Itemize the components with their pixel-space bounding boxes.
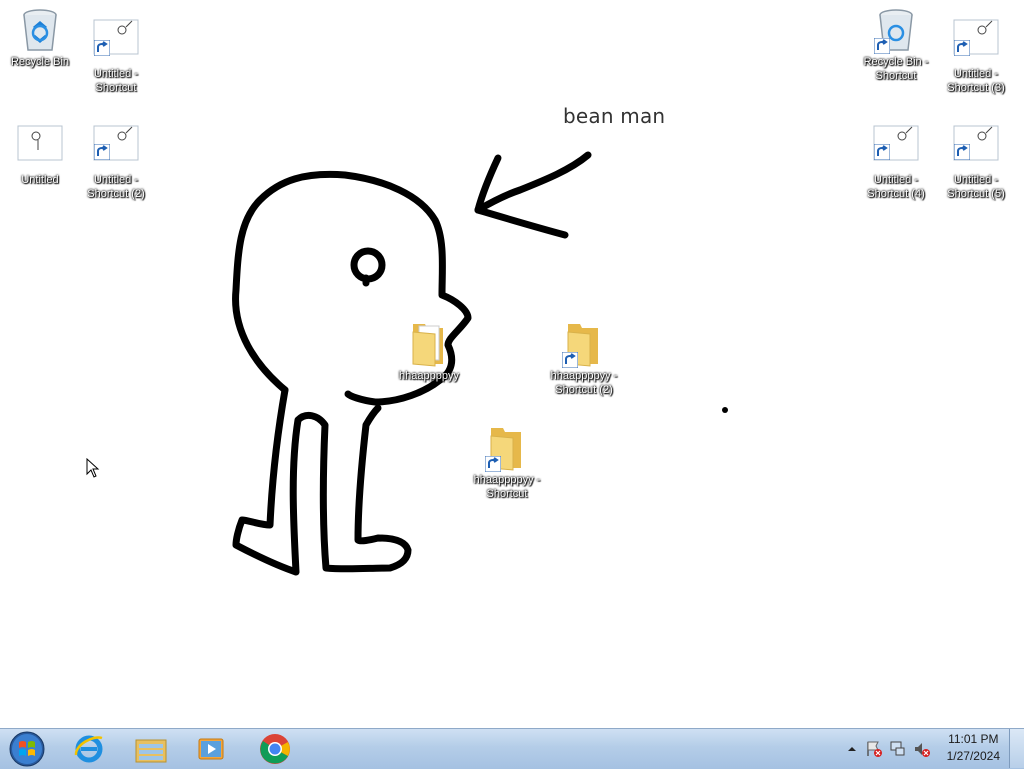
image-file-icon [872, 124, 920, 172]
image-file-icon [16, 124, 64, 172]
recycle-bin-icon [872, 6, 920, 54]
shortcut-arrow-icon [94, 40, 110, 56]
show-hidden-icons-chevron-icon[interactable] [843, 740, 861, 758]
bean-man-drawing [232, 151, 728, 576]
network-icon[interactable] [889, 740, 907, 758]
drawing-caption: bean man [563, 104, 666, 128]
desktop-icon-recycle-bin-shortcut[interactable]: Recycle Bin - Shortcut [856, 6, 936, 83]
file-explorer-icon [135, 739, 167, 763]
desktop-icon-hhaappppyy-folder[interactable]: hhaappppyy [389, 320, 469, 383]
icon-label: hhaappppyy - Shortcut [473, 474, 541, 500]
taskbar-internet-explorer[interactable] [62, 731, 116, 767]
folder-icon [405, 320, 453, 368]
taskbar-file-explorer[interactable] [124, 731, 178, 767]
taskbar-chrome[interactable] [248, 731, 302, 767]
icon-label: hhaappppyy [399, 370, 459, 382]
shortcut-arrow-icon [954, 144, 970, 160]
icon-label: Untitled - Shortcut (4) [867, 174, 925, 200]
desktop-icon-untitled-shortcut-4[interactable]: Untitled - Shortcut (4) [856, 124, 936, 201]
internet-explorer-icon [74, 735, 103, 763]
shortcut-arrow-icon [485, 456, 501, 472]
folder-icon [483, 424, 531, 472]
desktop-icon-untitled-shortcut-3[interactable]: Untitled - Shortcut (3) [936, 18, 1016, 95]
taskbar-media-player[interactable] [184, 731, 238, 767]
desktop-icon-untitled-shortcut[interactable]: Untitled - Shortcut [76, 18, 156, 95]
image-file-icon [952, 124, 1000, 172]
recycle-bin-icon [16, 6, 64, 54]
icon-label: Recycle Bin - Shortcut [863, 56, 929, 82]
desktop-icon-untitled-shortcut-2[interactable]: Untitled - Shortcut (2) [76, 124, 156, 201]
volume-muted-icon[interactable] [913, 740, 931, 758]
chrome-icon [260, 734, 290, 764]
desktop-icon-untitled[interactable]: Untitled [0, 124, 80, 187]
icon-label: Untitled - Shortcut (5) [947, 174, 1005, 200]
clock-time: 11:01 PM [948, 732, 999, 746]
image-file-icon [92, 124, 140, 172]
action-center-flag-icon[interactable] [865, 740, 883, 758]
shortcut-arrow-icon [954, 40, 970, 56]
windows-start-orb-icon [9, 731, 45, 767]
icon-label: Recycle Bin [10, 56, 70, 68]
mouse-cursor-icon [86, 458, 100, 478]
shortcut-arrow-icon [562, 352, 578, 368]
image-file-icon [952, 18, 1000, 66]
start-button[interactable] [0, 731, 54, 767]
desktop-icon-hhaappppyy-shortcut-2[interactable]: hhaappppyy - Shortcut (2) [544, 320, 624, 397]
shortcut-arrow-icon [94, 144, 110, 160]
desktop-icon-untitled-shortcut-5[interactable]: Untitled - Shortcut (5) [936, 124, 1016, 201]
folder-icon [560, 320, 608, 368]
icon-label: Untitled - Shortcut (3) [947, 68, 1005, 94]
show-desktop-button[interactable] [1009, 729, 1024, 768]
desktop-icon-recycle-bin[interactable]: Recycle Bin [0, 6, 80, 69]
clock-date: 1/27/2024 [946, 749, 1000, 763]
desktop-icon-hhaappppyy-shortcut[interactable]: hhaappppyy - Shortcut [467, 424, 547, 501]
media-player-icon [198, 738, 224, 760]
icon-label: Untitled - Shortcut (2) [87, 174, 145, 200]
icon-label: hhaappppyy - Shortcut (2) [550, 370, 618, 396]
icon-label: Untitled - Shortcut [93, 68, 139, 94]
shortcut-arrow-icon [874, 144, 890, 160]
image-file-icon [92, 18, 140, 66]
ink-dot [722, 407, 728, 413]
icon-label: Untitled [21, 174, 59, 186]
system-clock[interactable]: 11:01 PM 1/27/2024 [947, 731, 1000, 765]
shortcut-arrow-icon [874, 38, 890, 54]
